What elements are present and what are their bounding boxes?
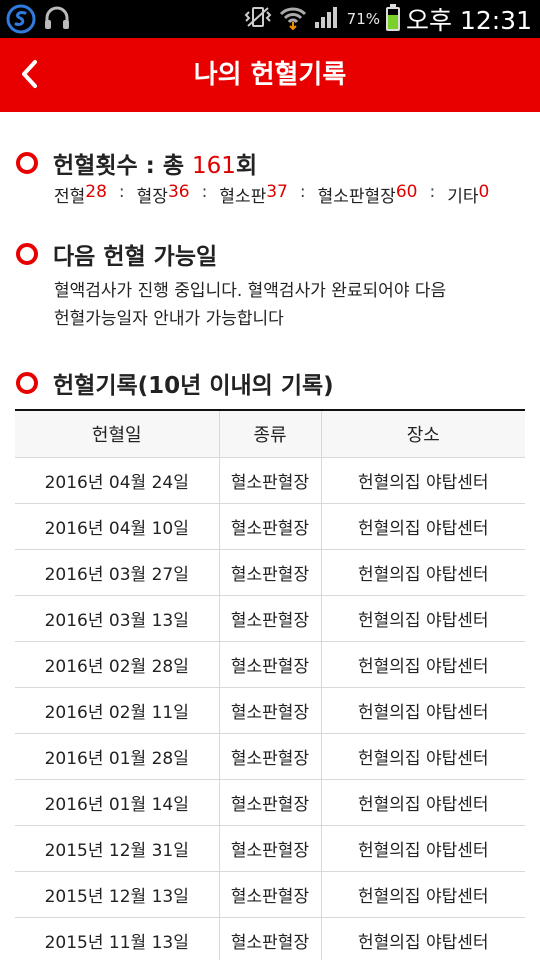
stat-separator: : [429, 182, 436, 202]
stat-other: 기타 0 [447, 182, 489, 207]
table-row[interactable]: 2016년 02월 11일 혈소판혈장 헌혈의집 야탑센터 [15, 687, 525, 734]
table-row[interactable]: 2016년 01월 14일 혈소판혈장 헌혈의집 야탑센터 [15, 779, 525, 826]
cell-place: 헌혈의집 야탑센터 [320, 733, 525, 780]
summary-total: 161 [192, 153, 236, 179]
cell-type: 혈소판혈장 [218, 503, 321, 550]
cell-date: 2016년 02월 28일 [15, 641, 219, 688]
stat-value: 36 [167, 182, 190, 202]
stat-label: 혈장 [136, 187, 168, 207]
table-header-row: 헌혈일 종류 장소 [15, 411, 525, 458]
stat-value: 28 [85, 182, 107, 202]
cell-date: 2016년 01월 28일 [15, 733, 219, 780]
table-row[interactable]: 2016년 02월 28일 혈소판혈장 헌혈의집 야탑센터 [15, 641, 525, 688]
vibrate-icon [243, 4, 273, 34]
cell-place: 헌혈의집 야탑센터 [320, 871, 525, 918]
stat-separator: : [299, 182, 306, 202]
summary-title: 헌혈횟수 : 총 161회 [53, 146, 257, 180]
s-logo-icon [6, 4, 36, 38]
next-donation-notice-line1: 혈액검사가 진행 중입니다. 혈액검사가 완료되어야 다음 [54, 281, 447, 301]
table-body: 2016년 04월 24일 혈소판혈장 헌혈의집 야탑센터 2016년 04월 10일… [15, 457, 525, 960]
stat-plasma: 혈장 36 [137, 182, 190, 207]
battery-level [388, 14, 398, 29]
cell-place: 헌혈의집 야탑센터 [320, 917, 525, 960]
cell-date: 2015년 11월 13일 [15, 917, 219, 960]
cell-date: 2016년 01월 14일 [15, 779, 219, 826]
cell-type: 혈소판혈장 [218, 825, 321, 872]
cell-type: 혈소판혈장 [218, 871, 321, 918]
stat-label: 혈소판혈장 [317, 187, 396, 207]
column-header-date: 헌혈일 [15, 411, 219, 458]
records-table: 헌혈일 종류 장소 2016년 04월 24일 혈소판혈장 헌혈의집 야탑센터 201… [15, 409, 525, 960]
cell-place: 헌혈의집 야탑센터 [320, 641, 525, 688]
battery-percent: 71% [346, 10, 380, 28]
table-row[interactable]: 2015년 12월 13일 혈소판혈장 헌혈의집 야탑센터 [15, 871, 525, 918]
summary-section: 헌혈횟수 : 총 161회 [16, 146, 257, 180]
stat-whole-blood: 전혈 28 [54, 182, 107, 207]
wifi-icon [279, 4, 307, 34]
summary-label: 헌혈횟수 : 총 [53, 153, 193, 179]
next-donation-title: 다음 헌혈 가능일 [53, 244, 218, 270]
table-row[interactable]: 2016년 03월 13일 혈소판혈장 헌혈의집 야탑센터 [15, 595, 525, 642]
headset-icon [42, 4, 72, 38]
cell-type: 혈소판혈장 [218, 687, 321, 734]
records-title: 헌혈기록(10년 이내의 기록) [53, 373, 334, 399]
cell-date: 2016년 03월 27일 [15, 549, 219, 596]
cell-date: 2015년 12월 13일 [15, 871, 219, 918]
cell-type: 혈소판혈장 [218, 595, 321, 642]
stat-value: 0 [478, 182, 490, 202]
cell-date: 2016년 04월 10일 [15, 503, 219, 550]
battery-icon [386, 4, 400, 31]
bullet-ring-icon [16, 243, 38, 265]
page-title: 나의 헌혈기록 [193, 60, 347, 90]
signal-icon [313, 4, 341, 34]
stat-label: 전혈 [54, 187, 86, 207]
next-donation-notice-line2: 헌혈가능일자 안내가 가능합니다 [54, 309, 284, 329]
cell-place: 헌혈의집 야탑센터 [320, 779, 525, 826]
cell-place: 헌혈의집 야탑센터 [320, 549, 525, 596]
summary-unit: 회 [235, 153, 258, 179]
stat-breakdown: 전혈 28 : 혈장 36 : 혈소판 37 : 혈소판혈장 60 : 기타 0 [54, 182, 489, 207]
stat-platelet: 혈소판 37 [219, 182, 288, 207]
stat-value: 37 [266, 182, 288, 202]
cell-date: 2016년 03월 13일 [15, 595, 219, 642]
cell-place: 헌혈의집 야탑센터 [320, 687, 525, 734]
table-row[interactable]: 2016년 04월 10일 혈소판혈장 헌혈의집 야탑센터 [15, 503, 525, 550]
cell-place: 헌혈의집 야탑센터 [320, 457, 525, 504]
table-row[interactable]: 2016년 04월 24일 혈소판혈장 헌혈의집 야탑센터 [15, 457, 525, 504]
stat-label: 기타 [447, 187, 479, 207]
cell-date: 2016년 04월 24일 [15, 457, 219, 504]
cell-date: 2015년 12월 31일 [15, 825, 219, 872]
cell-type: 혈소판혈장 [218, 917, 321, 960]
cell-type: 혈소판혈장 [218, 549, 321, 596]
bullet-ring-icon [16, 152, 38, 174]
cell-date: 2016년 02월 11일 [15, 687, 219, 734]
column-header-place: 장소 [320, 411, 525, 458]
table-row[interactable]: 2016년 01월 28일 혈소판혈장 헌혈의집 야탑센터 [15, 733, 525, 780]
cell-type: 혈소판혈장 [218, 733, 321, 780]
table-row[interactable]: 2015년 11월 13일 혈소판혈장 헌혈의집 야탑센터 [15, 917, 525, 960]
status-time: 오후 12:31 [406, 6, 532, 35]
cell-type: 혈소판혈장 [218, 641, 321, 688]
status-bar: 71% 오후 12:31 [0, 0, 540, 38]
stat-separator: : [201, 182, 208, 202]
next-donation-section: 다음 헌혈 가능일 [16, 237, 217, 271]
cell-place: 헌혈의집 야탑센터 [320, 503, 525, 550]
stat-value: 60 [395, 182, 418, 202]
cell-place: 헌혈의집 야탑센터 [320, 825, 525, 872]
records-section: 헌혈기록(10년 이내의 기록) [16, 366, 334, 400]
stat-platelet-plasma: 혈소판혈장 60 [318, 182, 418, 207]
bullet-ring-icon [16, 372, 38, 394]
cell-type: 혈소판혈장 [218, 457, 321, 504]
app-header: 나의 헌혈기록 [0, 38, 540, 112]
stat-label: 혈소판 [219, 187, 267, 207]
stat-separator: : [118, 182, 125, 202]
cell-place: 헌혈의집 야탑센터 [320, 595, 525, 642]
status-left-icons [6, 4, 72, 38]
cell-type: 혈소판혈장 [218, 779, 321, 826]
status-right-icons: 71% 오후 12:31 [243, 0, 532, 38]
table-row[interactable]: 2015년 12월 31일 혈소판혈장 헌혈의집 야탑센터 [15, 825, 525, 872]
table-row[interactable]: 2016년 03월 27일 혈소판혈장 헌혈의집 야탑센터 [15, 549, 525, 596]
column-header-type: 종류 [218, 411, 321, 458]
